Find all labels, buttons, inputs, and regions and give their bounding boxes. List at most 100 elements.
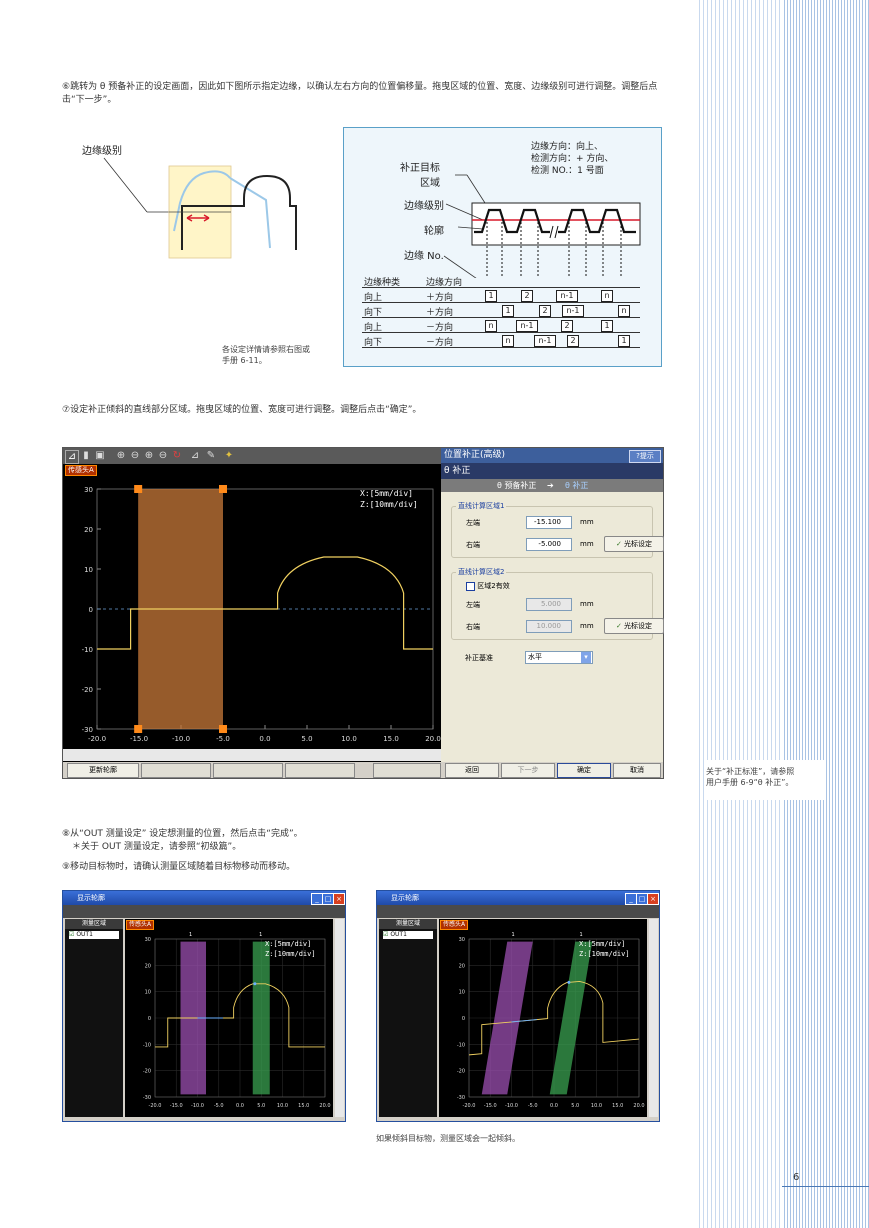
- panel-title-bar: 位置补正(高级) ?提示: [441, 448, 663, 463]
- split-view-icon[interactable]: ▮: [80, 450, 92, 462]
- edge-number-box: 2: [539, 305, 551, 317]
- step6-text: ⑥跳转为 θ 预备补正的设定画面，因此如下图所示指定边缘，以确认左右方向的位置偏…: [62, 82, 658, 105]
- fit-icon[interactable]: ⊿: [189, 450, 201, 462]
- profile-toolbar: ⊿ ▮ ▣ ⊕ ⊖ ⊕ ⊖ ↻ ⊿ ✎ ✦: [63, 448, 441, 464]
- y-tick-label: 20: [459, 963, 465, 969]
- horizontal-scrollbar[interactable]: [63, 749, 441, 761]
- region-2-tag: 1: [259, 932, 262, 938]
- edge-number-box: n: [502, 335, 514, 347]
- vertical-scrollbar[interactable]: [335, 919, 344, 1117]
- x-tick-label: 10.0: [341, 735, 357, 743]
- window-toolbar: [377, 905, 659, 918]
- profile-view-icon[interactable]: ⊿: [65, 450, 79, 464]
- group1-right-input[interactable]: -5.000: [526, 538, 572, 551]
- sensor-head-tag[interactable]: 传感头A: [440, 920, 469, 930]
- x-tick-label: 0.0: [259, 735, 270, 743]
- update-profile-button[interactable]: 更新轮廓: [67, 763, 139, 778]
- y-tick-label: 0: [462, 1016, 465, 1022]
- peak-marker: [567, 980, 571, 984]
- out1-checkbox[interactable]: ☑ OUT1: [383, 931, 433, 939]
- group1-right-label: 右端: [466, 541, 480, 549]
- region-handle[interactable]: [219, 485, 227, 493]
- window-title-bar: 显示轮廓 _ □ ×: [377, 891, 659, 905]
- y-tick-label: 20: [145, 963, 151, 969]
- image-view-icon[interactable]: ▣: [94, 450, 106, 462]
- group1-left-input[interactable]: -15.100: [526, 516, 572, 529]
- settings-icon[interactable]: ✦: [223, 450, 235, 462]
- x-tick-label: 20.0: [425, 735, 441, 743]
- next-button[interactable]: 下一步: [501, 763, 555, 778]
- group2-enable-checkbox[interactable]: 区域2有效: [466, 581, 510, 591]
- region-handle[interactable]: [134, 485, 143, 493]
- edge-number-box: 2: [567, 335, 579, 347]
- measure-area-list: 测量区域 ☑ OUT1: [65, 919, 123, 1117]
- zoom-in-icon[interactable]: ⊕: [115, 450, 127, 462]
- edge-settings-diagram: 补正目标 区域 边缘方向：向上、 检测方向：+ 方向、 检测 NO.：1 号面 …: [343, 127, 662, 367]
- x-tick-label: -20.0: [463, 1103, 476, 1109]
- x-tick-label: -5.0: [528, 1103, 538, 1109]
- y-tick-label: 20: [84, 526, 93, 534]
- line-area1-group: 直线计算区域1 左端 -15.100 mm 右端 -5.000 mm ✓ 光标设…: [451, 501, 664, 558]
- panel-title: 位置补正(高级): [444, 450, 506, 460]
- x-tick-label: -20.0: [149, 1103, 162, 1109]
- cursor-set-button[interactable]: ✓ 光标设定: [604, 536, 664, 552]
- checkbox-icon[interactable]: [466, 581, 475, 591]
- out1-checkbox[interactable]: ☑ OUT1: [69, 931, 119, 939]
- y-tick-label: -20: [82, 686, 93, 694]
- close-icon[interactable]: ×: [647, 893, 659, 905]
- check-icon: ☑: [69, 931, 75, 938]
- group2-left-input[interactable]: 5.000: [526, 598, 572, 611]
- measure-region-2[interactable]: [252, 941, 270, 1095]
- x-tick-label: -10.0: [191, 1103, 204, 1109]
- edge-number-box: 2: [561, 320, 573, 332]
- step-prev: θ 预备补正: [497, 481, 537, 490]
- measure-icon[interactable]: ✎: [205, 450, 217, 462]
- zoom-z-icon[interactable]: ⊖: [157, 450, 169, 462]
- y-tick-label: -10: [457, 1042, 465, 1048]
- edge-number-box: n: [618, 305, 630, 317]
- window-title: 显示轮廓: [77, 894, 105, 902]
- y-tick-label: 10: [84, 566, 93, 574]
- refresh-icon[interactable]: ↻: [171, 450, 183, 462]
- vertical-scrollbar[interactable]: [649, 919, 658, 1117]
- zoom-out-icon[interactable]: ⊖: [129, 450, 141, 462]
- scale-readout: X:[5mm/div] Z:[10mm/div]: [265, 940, 316, 958]
- page-number: 6: [793, 1172, 800, 1183]
- close-icon[interactable]: ×: [333, 893, 345, 905]
- y-tick-label: 10: [459, 990, 465, 996]
- x-tick-label: -20.0: [88, 735, 106, 743]
- edge-number-box: 1: [485, 290, 497, 302]
- region-handle[interactable]: [219, 725, 227, 733]
- window-title-bar: 显示轮廓 _ □ ×: [63, 891, 345, 905]
- x-tick-label: -15.0: [170, 1103, 183, 1109]
- profile-display-window-level: 显示轮廓 _ □ × 测量区域 ☑ OUT1 30 20 10 0 -10 -20 -30 -…: [62, 890, 346, 1122]
- y-tick-label: -20: [143, 1069, 151, 1075]
- help-button[interactable]: ?提示: [629, 450, 661, 463]
- back-button[interactable]: 返回: [445, 763, 499, 778]
- scale-readout: X:[5mm/div] Z:[10mm/div]: [579, 940, 630, 958]
- chevron-down-icon[interactable]: ▾: [581, 652, 591, 663]
- x-tick-label: 20.0: [319, 1103, 330, 1109]
- edge-number-box: 1: [601, 320, 613, 332]
- zoom-x-icon[interactable]: ⊕: [143, 450, 155, 462]
- y-tick-label: 0: [148, 1016, 151, 1022]
- cursor-set-button-2[interactable]: ✓ 光标设定: [604, 618, 664, 634]
- cancel-button[interactable]: 取消: [613, 763, 661, 778]
- x-tick-label: 5.0: [301, 735, 312, 743]
- window-plot: 30 20 10 0 -10 -20 -30 -20.0 -15.0 -10.0 -5.0 0.0 5.…: [439, 919, 647, 1117]
- y-tick-label: 30: [459, 937, 465, 943]
- ok-button[interactable]: 确定: [557, 763, 611, 778]
- region-handle[interactable]: [134, 725, 143, 733]
- sensor-head-tag[interactable]: 传感头A: [65, 465, 97, 476]
- x-tick-label: 20.0: [633, 1103, 644, 1109]
- panel-subtitle: θ 补正: [441, 463, 663, 479]
- x-tick-label: 15.0: [298, 1103, 309, 1109]
- y-tick-label: -30: [82, 726, 93, 734]
- edge-level-illustration: 边缘级别 各设定详情请参照右图或 手册 6-11。: [62, 128, 332, 368]
- y-tick-label: -10: [82, 646, 93, 654]
- step7-text: ⑦设定补正倾斜的直线部分区域。拖曳区域的位置、宽度可进行调整。调整后点击“确定”…: [62, 405, 422, 415]
- group2-right-input[interactable]: 10.000: [526, 620, 572, 633]
- sensor-head-tag[interactable]: 传感头A: [126, 920, 155, 930]
- side-stripe-dense-decoration: [782, 0, 869, 1228]
- edge-number-box: n: [485, 320, 497, 332]
